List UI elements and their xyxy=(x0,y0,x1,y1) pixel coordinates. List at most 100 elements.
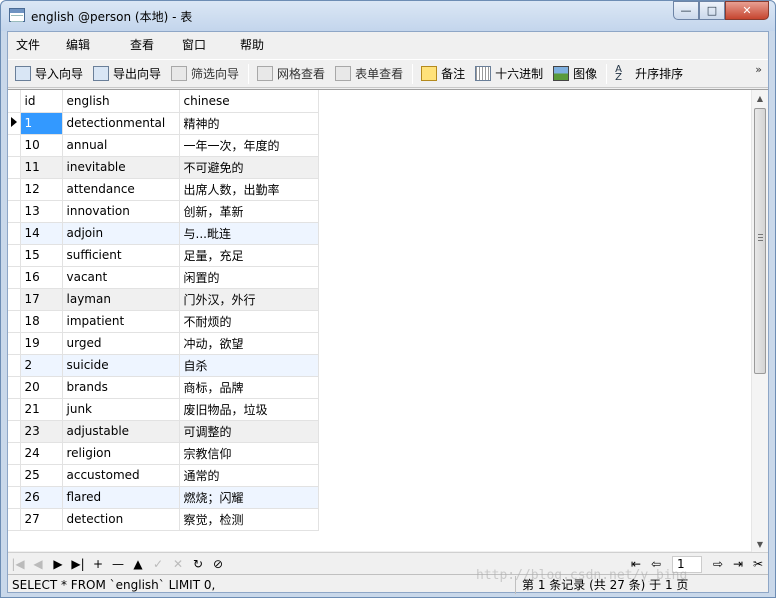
table-row[interactable]: 12 attendance 出席人数，出勤率 xyxy=(8,178,319,201)
cell-english[interactable]: layman xyxy=(62,288,180,311)
menu-edit[interactable]: 编辑 xyxy=(60,35,122,55)
cell-chinese[interactable]: 可调整的 xyxy=(179,420,319,443)
minimize-button[interactable]: — xyxy=(673,1,699,20)
cell-id[interactable]: 19 xyxy=(20,332,63,355)
row-header[interactable] xyxy=(8,398,21,421)
filter-wizard-button[interactable]: 筛选向导 xyxy=(168,63,242,85)
import-wizard-button[interactable]: 导入向导 xyxy=(12,63,86,85)
table-row[interactable]: 15 sufficient 足量，充足 xyxy=(8,244,319,267)
grid-view-button[interactable]: 网格查看 xyxy=(254,63,328,85)
table-row[interactable]: 25 accustomed 通常的 xyxy=(8,464,319,487)
row-header[interactable] xyxy=(8,508,21,531)
cell-chinese[interactable]: 精神的 xyxy=(179,112,319,135)
cell-chinese[interactable]: 通常的 xyxy=(179,464,319,487)
refresh-button[interactable]: ↻ xyxy=(188,555,208,573)
cell-chinese[interactable]: 自杀 xyxy=(179,354,319,377)
row-header[interactable] xyxy=(8,288,21,311)
cell-chinese[interactable]: 冲动，欲望 xyxy=(179,332,319,355)
cell-chinese[interactable]: 燃烧；闪耀 xyxy=(179,486,319,509)
cell-chinese[interactable]: 废旧物品，垃圾 xyxy=(179,398,319,421)
table-row[interactable]: 10 annual 一年一次，年度的 xyxy=(8,134,319,157)
table-row[interactable]: 26 flared 燃烧；闪耀 xyxy=(8,486,319,509)
note-button[interactable]: 备注 xyxy=(418,63,468,85)
delete-record-button[interactable]: — xyxy=(108,555,128,573)
table-row[interactable]: 20 brands 商标，品牌 xyxy=(8,376,319,399)
cell-english[interactable]: detection xyxy=(62,508,180,531)
up-button[interactable]: ▲ xyxy=(128,555,148,573)
cell-english[interactable]: brands xyxy=(62,376,180,399)
table-row[interactable]: 2 suicide 自杀 xyxy=(8,354,319,377)
add-record-button[interactable]: + xyxy=(88,555,108,573)
hex-button[interactable]: 十六进制 xyxy=(472,63,546,85)
table-row[interactable]: 13 innovation 创新，革新 xyxy=(8,200,319,223)
stop-button[interactable]: ⊘ xyxy=(208,555,228,573)
cell-id[interactable]: 13 xyxy=(20,200,63,223)
cell-chinese[interactable]: 不耐烦的 xyxy=(179,310,319,333)
next-page-icon[interactable]: ⇨ xyxy=(708,555,728,573)
cell-chinese[interactable]: 足量，充足 xyxy=(179,244,319,267)
cell-id[interactable]: 26 xyxy=(20,486,63,509)
row-header[interactable] xyxy=(8,376,21,399)
cell-english[interactable]: inevitable xyxy=(62,156,180,179)
table-row[interactable]: 21 junk 废旧物品，垃圾 xyxy=(8,398,319,421)
row-header[interactable] xyxy=(8,464,21,487)
row-header[interactable] xyxy=(8,222,21,245)
cell-english[interactable]: innovation xyxy=(62,200,180,223)
row-header[interactable] xyxy=(8,200,21,223)
apply-button[interactable]: ✓ xyxy=(148,555,168,573)
cell-chinese[interactable]: 不可避免的 xyxy=(179,156,319,179)
cell-chinese[interactable]: 闲置的 xyxy=(179,266,319,289)
cell-id[interactable]: 23 xyxy=(20,420,63,443)
column-header-english[interactable]: english xyxy=(62,90,180,113)
row-header[interactable] xyxy=(8,354,21,377)
cell-id[interactable]: 20 xyxy=(20,376,63,399)
cell-id[interactable]: 25 xyxy=(20,464,63,487)
table-row[interactable]: 23 adjustable 可调整的 xyxy=(8,420,319,443)
first-record-button[interactable]: |◀ xyxy=(8,555,28,573)
cell-chinese[interactable]: 与...毗连 xyxy=(179,222,319,245)
cell-id[interactable]: 17 xyxy=(20,288,63,311)
sort-asc-button[interactable]: AZ 升序排序 xyxy=(612,63,686,85)
cell-english[interactable]: sufficient xyxy=(62,244,180,267)
cell-english[interactable]: accustomed xyxy=(62,464,180,487)
cell-english[interactable]: flared xyxy=(62,486,180,509)
cell-english[interactable]: junk xyxy=(62,398,180,421)
row-header[interactable] xyxy=(8,178,21,201)
tools-icon[interactable]: ✂ xyxy=(748,555,768,573)
menu-file[interactable]: 文件 xyxy=(10,35,58,55)
cell-id[interactable]: 18 xyxy=(20,310,63,333)
page-number-input[interactable] xyxy=(672,555,702,573)
column-header-id[interactable]: id xyxy=(20,90,63,113)
row-header[interactable] xyxy=(8,420,21,443)
cell-chinese[interactable]: 察觉，检测 xyxy=(179,508,319,531)
cell-id[interactable]: 12 xyxy=(20,178,63,201)
row-header[interactable] xyxy=(8,442,21,465)
export-wizard-button[interactable]: 导出向导 xyxy=(90,63,164,85)
cell-chinese[interactable]: 商标，品牌 xyxy=(179,376,319,399)
title-bar[interactable]: english @person (本地) - 表 — □ ✕ xyxy=(1,1,775,31)
cell-id[interactable]: 21 xyxy=(20,398,63,421)
prev-page-icon[interactable]: ⇦ xyxy=(646,555,666,573)
table-row[interactable]: 11 inevitable 不可避免的 xyxy=(8,156,319,179)
data-grid[interactable]: id english chinese 1 detectionmental 精神的 10… xyxy=(8,89,768,552)
row-header[interactable] xyxy=(8,310,21,333)
table-row[interactable]: 16 vacant 闲置的 xyxy=(8,266,319,289)
cell-id[interactable]: 10 xyxy=(20,134,63,157)
cell-id[interactable]: 1 xyxy=(20,112,63,135)
vertical-scrollbar[interactable]: ▲ ▼ xyxy=(751,90,768,552)
cell-id[interactable]: 14 xyxy=(20,222,63,245)
table-row[interactable]: 24 religion 宗教信仰 xyxy=(8,442,319,465)
row-header[interactable] xyxy=(8,332,21,355)
scrollbar-thumb[interactable] xyxy=(754,108,766,374)
cell-english[interactable]: annual xyxy=(62,134,180,157)
menu-view[interactable]: 查看 xyxy=(124,35,174,55)
scroll-down-icon[interactable]: ▼ xyxy=(752,536,768,552)
cell-id[interactable]: 15 xyxy=(20,244,63,267)
cell-english[interactable]: vacant xyxy=(62,266,180,289)
cell-chinese[interactable]: 门外汉，外行 xyxy=(179,288,319,311)
cell-english[interactable]: religion xyxy=(62,442,180,465)
last-record-button[interactable]: ▶| xyxy=(68,555,88,573)
cell-id[interactable]: 11 xyxy=(20,156,63,179)
cell-chinese[interactable]: 出席人数，出勤率 xyxy=(179,178,319,201)
cell-id[interactable]: 24 xyxy=(20,442,63,465)
